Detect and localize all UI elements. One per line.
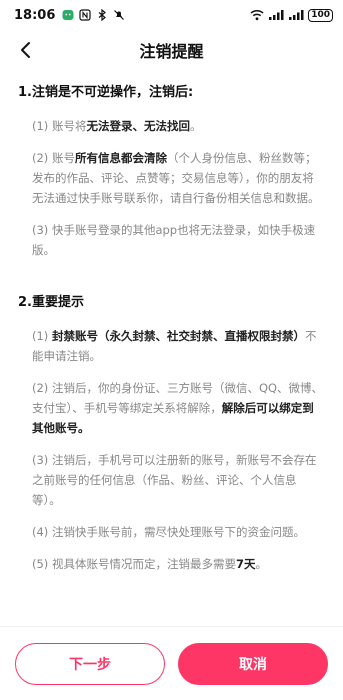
nav-bar: 注销提醒 [0,30,343,70]
mute-icon [114,10,125,20]
item-text: (1) 账号将 [32,119,87,133]
notice-item: (2) 注销后，你的身份证、三方账号（微信、QQ、微博、支付宝）、手机号等绑定关… [18,378,325,438]
back-button[interactable] [10,35,40,65]
battery-icon: 100 [308,8,333,22]
item-text: (4) 注销快手账号前，需尽快处理账号下的资金问题。 [32,525,305,539]
footer-bar: 下一步 取消 [0,626,343,700]
item-bold-text: 封禁账号（永久封禁、社交封禁、直播权限封禁） [51,329,305,343]
signal-icon-2 [289,10,304,20]
notice-item: (1) 封禁账号（永久封禁、社交封禁、直播权限封禁）不能申请注销。 [18,326,325,366]
item-text: (5) 视具体账号情况而定，注销最多需要 [32,557,236,571]
notice-item: (5) 视具体账号情况而定，注销最多需要7天。 [18,554,325,574]
status-bar: 18:06 100 [0,0,343,30]
section-title-irreversible: 1.注销是不可逆操作，注销后: [18,85,194,100]
page-title: 注销提醒 [139,42,204,61]
item-text: 。 [189,119,202,133]
item-text: (2) 账号 [32,151,75,165]
item-text: (3) 快手账号登录的其他app也将无法登录，如快手极速版。 [32,223,316,257]
item-text: (3) 注销后，手机号可以注册新的账号，新账号不会存在之前账号的任何信息（作品、… [32,453,317,507]
signal-icon [269,10,284,20]
item-text: (1) [32,329,52,343]
notice-item: (4) 注销快手账号前，需尽快处理账号下的资金问题。 [18,522,325,542]
notice-item: (1) 账号将无法登录、无法找回。 [18,116,325,136]
cancel-button[interactable]: 取消 [178,642,328,685]
wechat-icon [62,10,74,20]
status-time: 18:06 [14,7,56,23]
nfc-icon [79,9,91,21]
item-bold-text: 无法登录、无法找回 [86,119,190,133]
notice-content: 1.注销是不可逆操作，注销后: (1) 账号将无法登录、无法找回。 (2) 账号… [0,78,343,574]
item-bold-text: 7天 [235,557,256,571]
next-step-button[interactable]: 下一步 [15,642,165,685]
notice-item: (3) 快手账号登录的其他app也将无法登录，如快手极速版。 [18,220,325,260]
chevron-left-icon [21,42,30,58]
item-text: 。 [255,557,267,571]
wifi-icon [250,9,264,21]
section-title-important: 2.重要提示 [18,295,84,310]
notice-item: (3) 注销后，手机号可以注册新的账号，新账号不会存在之前账号的任何信息（作品、… [18,450,325,510]
bluetooth-icon [99,9,107,21]
notice-item: (2) 账号所有信息都会清除（个人身份信息、粉丝数等；发布的作品、评论、点赞等；… [18,148,325,208]
item-bold-text: 所有信息都会清除 [74,151,167,165]
